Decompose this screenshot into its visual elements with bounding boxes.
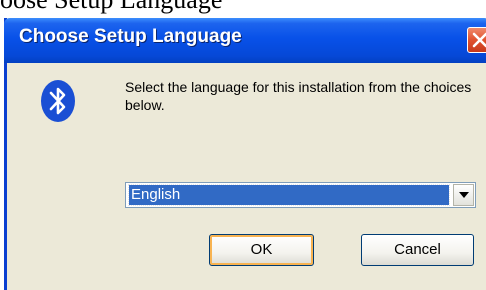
bluetooth-icon: [41, 80, 75, 122]
dropdown-button[interactable]: [453, 184, 474, 206]
dialog-window: Choose Setup Language Select the languag…: [4, 18, 486, 290]
page-heading: oose Setup Language: [0, 0, 486, 14]
dialog-message: Select the language for this installatio…: [125, 79, 472, 113]
close-button[interactable]: [467, 27, 486, 53]
language-select-value: English: [128, 184, 450, 206]
dialog-title: Choose Setup Language: [19, 26, 242, 47]
chevron-down-icon: [459, 192, 469, 198]
close-icon: [472, 32, 486, 48]
cancel-button[interactable]: Cancel: [361, 234, 474, 266]
ok-button[interactable]: OK: [209, 234, 314, 266]
language-select[interactable]: English: [125, 182, 476, 208]
title-bar[interactable]: Choose Setup Language: [4, 18, 486, 63]
